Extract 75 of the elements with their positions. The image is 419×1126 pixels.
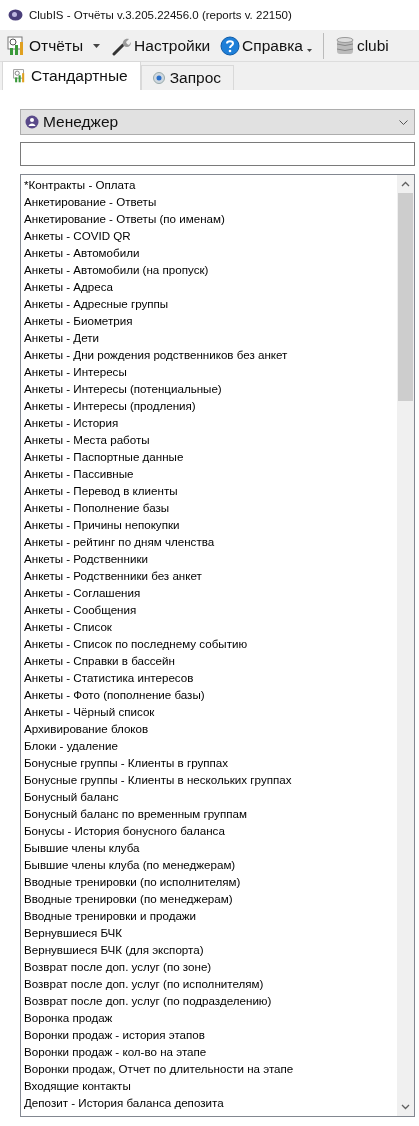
report-list-item[interactable]: Анкеты - Биометрия [21, 312, 397, 329]
tab[interactable]: Стандартные [2, 61, 141, 90]
report-list-item[interactable]: Входящие контакты [21, 1077, 397, 1094]
report-list-item[interactable]: Депозит - История баланса депозита [21, 1094, 397, 1111]
report-list-item[interactable]: Анкеты - Родственники без анкет [21, 567, 397, 584]
report-list-item[interactable]: Анкеты - COVID QR [21, 227, 397, 244]
report-list-item[interactable]: Воронки продаж - история этапов [21, 1026, 397, 1043]
chevron-down-icon [399, 119, 408, 125]
report-list-item[interactable]: Бонусные группы - Клиенты в нескольких группах [21, 771, 397, 788]
report-list-item[interactable]: Анкеты - Интересы [21, 363, 397, 380]
report-list-item[interactable]: Архивирование блоков [21, 720, 397, 737]
report-list-item[interactable]: Анкеты - Справки в бассейн [21, 652, 397, 669]
report-list-item[interactable]: Возврат после доп. услуг (по зоне) [21, 958, 397, 975]
toolbar-menu-button[interactable]: Отчёты [4, 35, 106, 56]
filter-field[interactable] [20, 142, 415, 166]
report-list-item[interactable]: Воронка продаж [21, 1009, 397, 1026]
report-list-item[interactable]: Бонусы - История бонусного баланса [21, 822, 397, 839]
report-list-item[interactable]: Анкеты - Места работы [21, 431, 397, 448]
report-list-item[interactable]: Анкеты - Адреса [21, 278, 397, 295]
help-icon [220, 35, 241, 56]
toolbar-button[interactable]: Настройки [109, 35, 214, 56]
scrollbar-thumb[interactable] [398, 193, 413, 401]
report-list-item[interactable]: Анкеты - Пополнение базы [21, 499, 397, 516]
chart-icon [13, 69, 27, 83]
report-list-item[interactable]: Блоки - удаление [21, 737, 397, 754]
report-list-item[interactable]: Возврат после доп. услуг (по подразделению) [21, 992, 397, 1009]
report-list-item[interactable]: Анкеты - Автомобили (на пропуск) [21, 261, 397, 278]
report-list-item[interactable]: Вернувшиеся БЧК [21, 924, 397, 941]
report-list-item[interactable]: Анкеты - Фото (пополнение базы) [21, 686, 397, 703]
report-list-item[interactable]: Анкеты - Интересы (продления) [21, 397, 397, 414]
role-dropdown[interactable]: Менеджер [20, 109, 415, 135]
report-list-item[interactable]: Вводные тренировки (по исполнителям) [21, 873, 397, 890]
toolbar-button[interactable]: clubi [331, 35, 392, 56]
report-list-item[interactable]: Вводные тренировки (по менеджерам) [21, 890, 397, 907]
scroll-up-icon[interactable] [401, 181, 410, 187]
scrollbar[interactable] [397, 175, 414, 1116]
report-list-item[interactable]: Анкеты - Родственники [21, 550, 397, 567]
report-list-item[interactable]: Анкеты - Адресные группы [21, 295, 397, 312]
report-list-item[interactable]: Воронки продаж - кол-во на этапе [21, 1043, 397, 1060]
report-list-item[interactable]: Бонусный баланс [21, 788, 397, 805]
tab[interactable]: Запрос [140, 65, 235, 90]
report-list-item[interactable]: Анкеты - Дети [21, 329, 397, 346]
report-list-item[interactable]: Бывшие члены клуба [21, 839, 397, 856]
report-list-item[interactable]: Анкеты - Перевод в клиенты [21, 482, 397, 499]
toolbar-menu-button[interactable]: Справка [217, 35, 315, 56]
report-list-item[interactable]: Анкетирование - Ответы [21, 193, 397, 210]
report-list-item[interactable]: Вернувшиеся БЧК (для экспорта) [21, 941, 397, 958]
report-list-item[interactable]: *Контракты - Оплата [21, 176, 397, 193]
report-list-item[interactable]: Бонусные группы - Клиенты в группах [21, 754, 397, 771]
caret-icon [93, 43, 101, 48]
report-list-item[interactable]: Анкеты - Причины непокупки [21, 516, 397, 533]
report-list-item[interactable]: Бонусный баланс по временным группам [21, 805, 397, 822]
window-title: ClubIS - Отчёты v.3.205.22456.0 (reports v. 22150) [29, 9, 292, 21]
user-icon [25, 115, 39, 129]
report-list-item[interactable]: Анкеты - Соглашения [21, 584, 397, 601]
database-icon [334, 35, 355, 56]
scroll-down-icon[interactable] [401, 1104, 410, 1110]
report-list-item[interactable]: Анкеты - Пассивные [21, 465, 397, 482]
report-list-item[interactable]: Анкеты - Дни рождения родственников без анкет [21, 346, 397, 363]
report-list-item[interactable]: Воронки продаж, Отчет по длительности на этапе [21, 1060, 397, 1077]
report-list-item[interactable]: Анкеты - рейтинг по дням членства [21, 533, 397, 550]
report-list-item[interactable]: Анкеты - Сообщения [21, 601, 397, 618]
report-list-item[interactable]: Возврат после доп. услуг (по исполнителям) [21, 975, 397, 992]
caret-icon [306, 48, 312, 52]
report-list-item[interactable]: Бывшие члены клуба (по менеджерам) [21, 856, 397, 873]
report-list-item[interactable]: Вводные тренировки и продажи [21, 907, 397, 924]
report-list-item[interactable]: Анкеты - Автомобили [21, 244, 397, 261]
report-list-item[interactable]: Анкеты - Список [21, 618, 397, 635]
report-list-item[interactable]: Анкеты - История [21, 414, 397, 431]
report-list-item[interactable]: Анкеты - Чёрный список [21, 703, 397, 720]
report-list-item[interactable]: Анкеты - Паспортные данные [21, 448, 397, 465]
report-list-item[interactable]: Анкетирование - Ответы (по именам) [21, 210, 397, 227]
report-list-item[interactable]: Анкеты - Интересы (потенциальные) [21, 380, 397, 397]
report-list-item[interactable]: Анкеты - Список по последнему событию [21, 635, 397, 652]
report-list-item[interactable]: Анкеты - Статистика интересов [21, 669, 397, 686]
